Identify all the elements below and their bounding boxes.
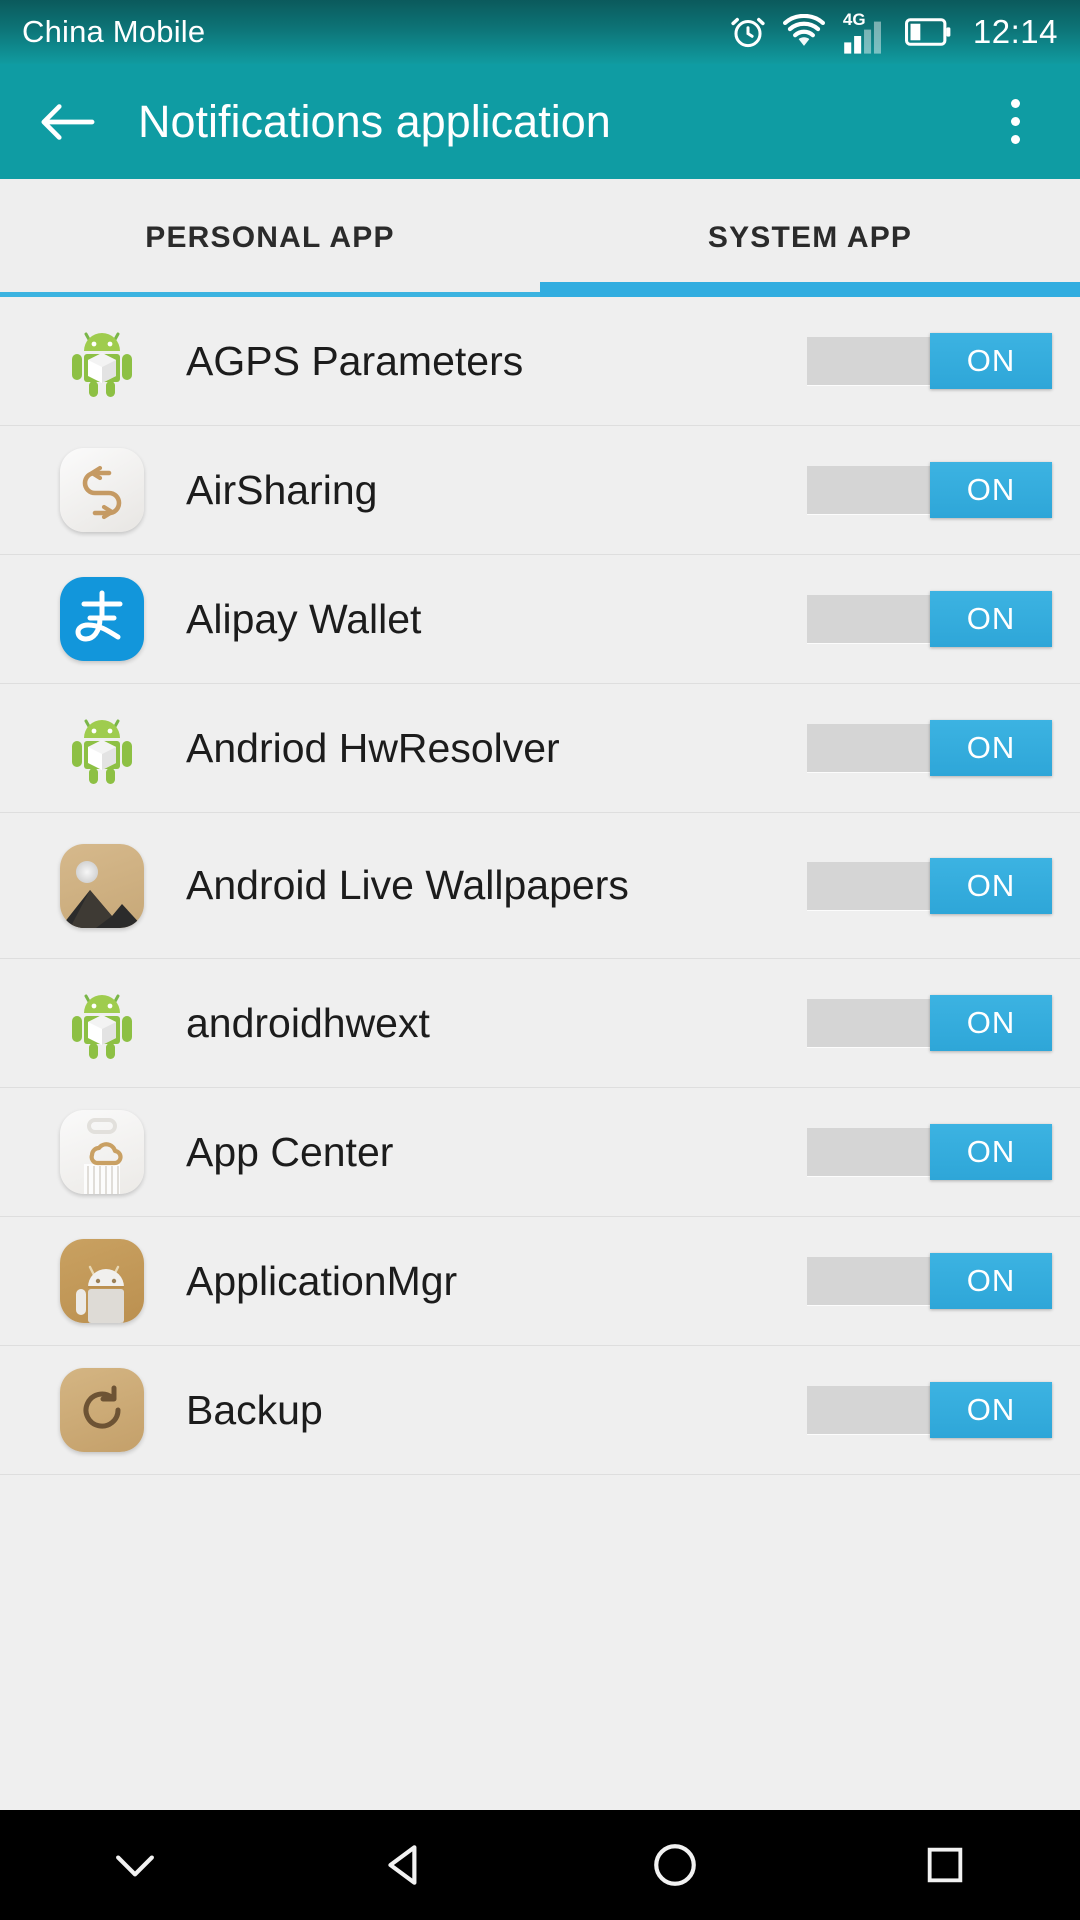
status-icon-group: 4G 12:14: [729, 10, 1058, 54]
tab-active-indicator: [540, 282, 1080, 297]
notification-toggle[interactable]: ON: [807, 720, 1052, 776]
toggle-thumb: ON: [930, 1124, 1052, 1180]
notification-toggle[interactable]: ON: [807, 995, 1052, 1051]
overflow-dot-icon: [1010, 135, 1020, 144]
overflow-menu-button[interactable]: [982, 82, 1048, 162]
app-center-icon: [60, 1110, 144, 1194]
table-row[interactable]: ApplicationMgr ON: [0, 1217, 1080, 1346]
tab-system-app[interactable]: SYSTEM APP: [540, 179, 1080, 297]
page-title: Notifications application: [138, 95, 611, 147]
app-name-label: androidhwext: [186, 999, 430, 1046]
android-robot-icon: [60, 981, 144, 1065]
alipay-icon: [60, 577, 144, 661]
notification-toggle[interactable]: ON: [807, 591, 1052, 647]
table-row[interactable]: Android Live Wallpapers ON: [0, 813, 1080, 959]
application-mgr-icon: [60, 1239, 144, 1323]
carrier-label: China Mobile: [22, 14, 206, 49]
back-button-nav[interactable]: [270, 1810, 540, 1920]
toggle-thumb: ON: [930, 995, 1052, 1051]
app-name-label: AirSharing: [186, 466, 378, 513]
hide-keyboard-button[interactable]: [0, 1810, 270, 1920]
app-name-label: App Center: [186, 1128, 394, 1175]
table-row[interactable]: Alipay Wallet ON: [0, 555, 1080, 684]
app-name-label: Alipay Wallet: [186, 595, 422, 642]
home-circle-icon: [654, 1844, 696, 1886]
table-row[interactable]: Andriod HwResolver ON: [0, 684, 1080, 813]
overflow-dot-icon: [1010, 117, 1020, 126]
android-robot-icon: [60, 706, 144, 790]
table-row[interactable]: AirSharing ON: [0, 426, 1080, 555]
app-name-label: Andriod HwResolver: [186, 724, 560, 771]
notification-toggle[interactable]: ON: [807, 333, 1052, 389]
table-row[interactable]: AGPS Parameters ON: [0, 297, 1080, 426]
tab-bar: PERSONAL APP SYSTEM APP: [0, 179, 1080, 297]
status-bar: China Mobile 4G 12:14: [0, 0, 1080, 64]
home-button-nav[interactable]: [540, 1810, 810, 1920]
wifi-icon: [782, 14, 825, 46]
app-name-label: AGPS Parameters: [186, 337, 524, 384]
table-row[interactable]: App Center ON: [0, 1088, 1080, 1217]
toggle-thumb: ON: [930, 1253, 1052, 1309]
system-navigation-bar: [0, 1810, 1080, 1920]
notification-toggle[interactable]: ON: [807, 462, 1052, 518]
back-button[interactable]: [32, 87, 102, 157]
table-row[interactable]: Backup ON: [0, 1346, 1080, 1475]
tab-personal-app[interactable]: PERSONAL APP: [0, 179, 540, 297]
notification-toggle[interactable]: ON: [807, 1253, 1052, 1309]
toggle-thumb: ON: [930, 857, 1052, 914]
app-list: AGPS Parameters ON AirSharing ON Alipay …: [0, 297, 1080, 1475]
toggle-thumb: ON: [930, 462, 1052, 518]
toggle-thumb: ON: [930, 720, 1052, 776]
back-triangle-icon: [388, 1845, 417, 1885]
app-name-label: Android Live Wallpapers: [186, 862, 629, 909]
table-row[interactable]: androidhwext ON: [0, 959, 1080, 1088]
hide-keyboard-icon: [116, 1855, 154, 1877]
alarm-icon: [731, 17, 765, 48]
recents-button-nav[interactable]: [810, 1810, 1080, 1920]
toggle-thumb: ON: [930, 333, 1052, 389]
recents-square-icon: [927, 1847, 963, 1883]
overflow-dot-icon: [1010, 99, 1020, 108]
toggle-thumb: ON: [930, 591, 1052, 647]
clock-label: 12:14: [972, 13, 1058, 50]
toggle-thumb: ON: [930, 1382, 1052, 1438]
notification-toggle[interactable]: ON: [807, 857, 1052, 914]
battery-icon: [904, 18, 951, 46]
airsharing-icon: [60, 448, 144, 532]
notification-toggle[interactable]: ON: [807, 1382, 1052, 1438]
live-wallpapers-icon: [60, 843, 144, 928]
app-name-label: Backup: [186, 1386, 323, 1433]
notification-toggle[interactable]: ON: [807, 1124, 1052, 1180]
phone-screen: China Mobile 4G 12:14 Notifications appl…: [0, 0, 1080, 1920]
back-arrow-icon: [41, 103, 95, 140]
backup-icon: [60, 1368, 144, 1452]
android-robot-icon: [60, 319, 144, 403]
app-name-label: ApplicationMgr: [186, 1257, 458, 1304]
signal-icon: 4G: [841, 10, 889, 54]
app-bar: Notifications application: [0, 64, 1080, 179]
